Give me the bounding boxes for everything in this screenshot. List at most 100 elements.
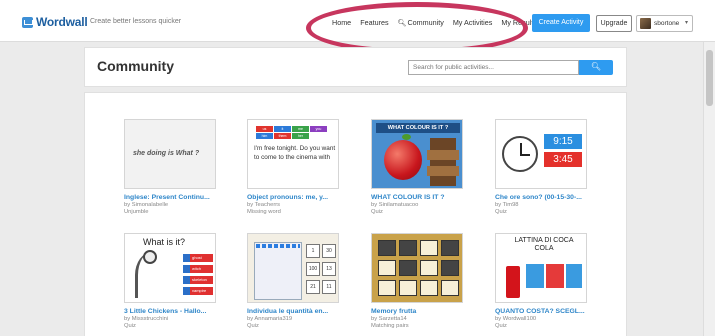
- answer-option: witch: [183, 265, 213, 273]
- activity-author: by Sinilamatuacoo: [371, 202, 419, 208]
- answer-option: skeleton: [183, 276, 213, 284]
- activity-author: by Annamaria319: [247, 316, 293, 322]
- sign-image: [427, 150, 459, 160]
- activity-type: Missing word: [247, 209, 281, 215]
- activity-type: Quiz: [247, 323, 259, 329]
- activity-title[interactable]: Object pronouns: me, y...: [247, 194, 347, 201]
- signpost-image: [430, 138, 456, 186]
- memory-tile: [420, 240, 438, 256]
- grid-cell: [310, 133, 327, 139]
- activity-type: Quiz: [495, 209, 507, 215]
- memory-tile: [441, 260, 459, 276]
- activity-card[interactable]: Memory frutta by Sarzetta14 Matching pai…: [371, 233, 471, 329]
- activity-card[interactable]: 1 30 100 13 21 11 Individua le quantità …: [247, 233, 347, 329]
- activity-title[interactable]: Che ore sono? (00-15-30-...: [495, 194, 595, 201]
- nav-features[interactable]: Features: [360, 18, 388, 27]
- activity-title[interactable]: Individua le quantità en...: [247, 308, 347, 315]
- activity-card[interactable]: What is it? ghost witch skeleton vampire…: [124, 233, 224, 329]
- grid-cell: you: [310, 126, 327, 132]
- activity-card[interactable]: us it me you him them her I'm free tonig…: [247, 119, 347, 215]
- nav-home[interactable]: Home: [332, 18, 351, 27]
- memory-tile: [399, 240, 417, 256]
- pronoun-grid: us it me you him them her: [256, 126, 327, 139]
- skull-image: [143, 250, 157, 264]
- memory-tile: [420, 280, 438, 296]
- activity-type: Quiz: [495, 323, 507, 329]
- user-menu-button[interactable]: sbortone ▾: [636, 15, 693, 32]
- search-icon: 🔍︎: [590, 62, 602, 71]
- grid-cell: them: [274, 133, 291, 139]
- page-title: Community: [97, 58, 174, 74]
- wordwall-logo-icon: [22, 16, 33, 28]
- grid-cell: us: [256, 126, 273, 132]
- price-box: [526, 264, 544, 288]
- thumb-text: What is it?: [143, 237, 186, 247]
- memory-tile: [378, 260, 396, 276]
- activity-card[interactable]: LATTINA DI COCA COLA QUANTO COSTA? SCEGL…: [495, 233, 595, 329]
- activity-thumbnail[interactable]: [371, 233, 463, 303]
- memory-tile: [420, 260, 438, 276]
- activity-card[interactable]: 9:15 3:45 Che ore sono? (00-15-30-... by…: [495, 119, 595, 215]
- price-box: [566, 264, 582, 288]
- price-box: [546, 264, 564, 288]
- activity-title[interactable]: WHAT COLOUR IS IT ?: [371, 194, 471, 201]
- activity-thumbnail[interactable]: What is it? ghost witch skeleton vampire: [124, 233, 216, 303]
- create-activity-button[interactable]: Create Activity: [532, 14, 590, 32]
- nav-my-activities[interactable]: My Activities: [453, 18, 493, 27]
- main-nav: Home Features 🔍︎Community My Activities …: [332, 18, 537, 27]
- number-cell: 11: [322, 280, 336, 294]
- nav-community[interactable]: 🔍︎Community: [398, 18, 444, 27]
- page-scrollbar[interactable]: [703, 42, 715, 336]
- memory-tile: [378, 280, 396, 296]
- apple-image: [384, 140, 422, 180]
- activity-card[interactable]: she doing is What ? Inglese: Present Con…: [124, 119, 224, 215]
- nav-community-label: Community: [407, 18, 444, 27]
- number-cell: 21: [306, 280, 320, 294]
- memory-tile: [441, 240, 459, 256]
- activity-thumbnail[interactable]: 1 30 100 13 21 11: [247, 233, 339, 303]
- leaf-image: [402, 134, 411, 140]
- memory-tile: [399, 260, 417, 276]
- activity-thumbnail[interactable]: she doing is What ?: [124, 119, 216, 189]
- time-option: 3:45: [544, 152, 582, 167]
- username: sbortone: [654, 20, 680, 27]
- activity-card[interactable]: WHAT COLOUR IS IT ? WHAT COLOUR IS IT ? …: [371, 119, 471, 215]
- activity-thumbnail[interactable]: LATTINA DI COCA COLA: [495, 233, 587, 303]
- activity-type: Matching pairs: [371, 323, 409, 329]
- thumb-text: she doing is What ?: [133, 150, 200, 157]
- search-button[interactable]: 🔍︎: [579, 60, 613, 75]
- clock-icon: [502, 136, 538, 172]
- sign-image: [427, 166, 459, 176]
- upgrade-button[interactable]: Upgrade: [596, 15, 632, 32]
- activity-thumbnail[interactable]: WHAT COLOUR IS IT ?: [371, 119, 463, 189]
- memory-tile: [399, 280, 417, 296]
- logo-text: Wordwall: [36, 15, 88, 29]
- thumb-text: LATTINA DI COCA COLA: [514, 237, 574, 252]
- chevron-down-icon: ▾: [684, 20, 688, 26]
- counting-board: [254, 242, 302, 300]
- activity-thumbnail[interactable]: us it me you him them her I'm free tonig…: [247, 119, 339, 189]
- activity-type: Unjumble: [124, 209, 149, 215]
- activity-title[interactable]: 3 Little Chickens - Hallo...: [124, 308, 224, 315]
- activity-author: by Wordwall100: [495, 316, 537, 322]
- thumb-text: WHAT COLOUR IS IT ?: [376, 123, 460, 133]
- activity-thumbnail[interactable]: 9:15 3:45: [495, 119, 587, 189]
- number-cell: 100: [306, 262, 320, 276]
- answer-option: ghost: [183, 254, 213, 262]
- avatar: [640, 18, 651, 29]
- activity-author: by Missstrucchini: [124, 316, 169, 322]
- search-input[interactable]: [408, 60, 579, 75]
- can-image: [506, 266, 520, 298]
- number-cell: 30: [322, 244, 336, 258]
- number-cell: 13: [322, 262, 336, 276]
- grid-cell: me: [292, 126, 309, 132]
- wordwall-logo[interactable]: Wordwall: [22, 15, 88, 29]
- community-header: Community 🔍︎: [84, 47, 627, 87]
- grid-cell: her: [292, 133, 309, 139]
- activity-title[interactable]: Inglese: Present Continu...: [124, 194, 224, 201]
- activity-title[interactable]: Memory frutta: [371, 308, 471, 315]
- activity-title[interactable]: QUANTO COSTA? SCEGL...: [495, 308, 595, 315]
- scrollbar-thumb[interactable]: [706, 50, 713, 106]
- activity-grid: she doing is What ? Inglese: Present Con…: [84, 92, 627, 336]
- memory-tile: [378, 240, 396, 256]
